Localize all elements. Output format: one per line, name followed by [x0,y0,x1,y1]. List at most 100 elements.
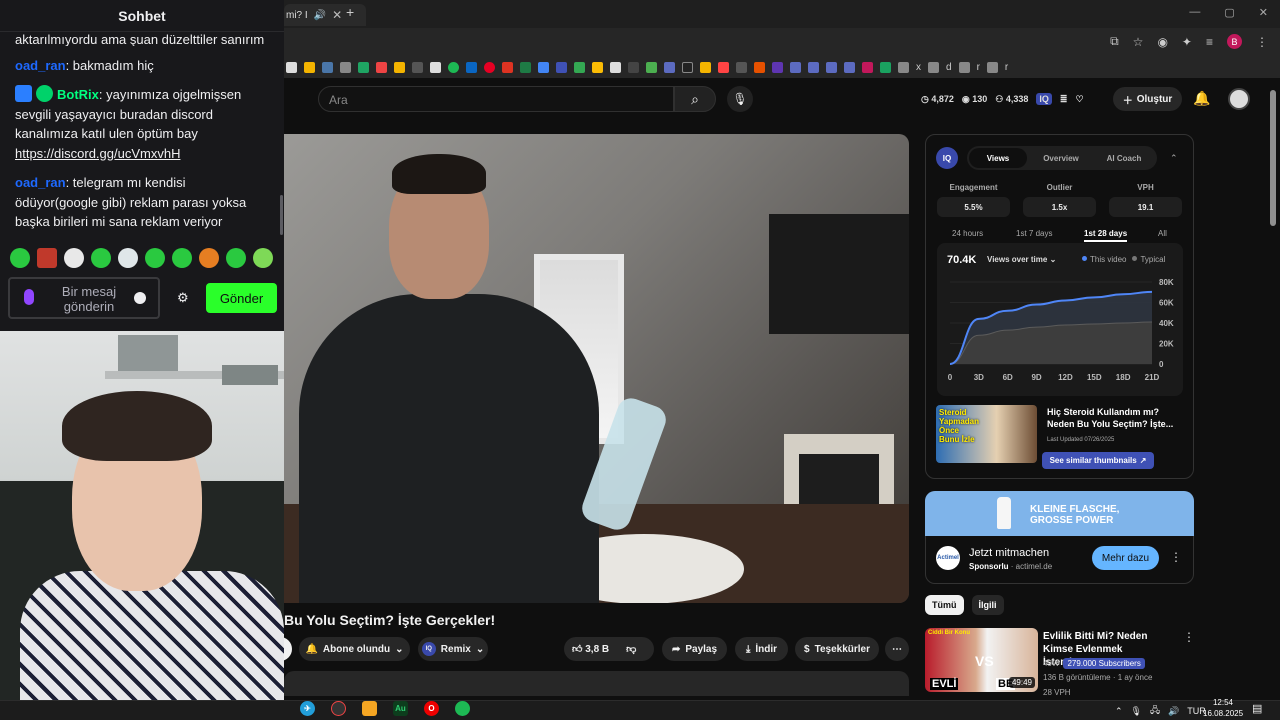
tray-volume-icon[interactable]: 🔊 [1168,706,1179,717]
close-tab-icon[interactable]: ✕ [332,8,342,22]
bookmark-icon[interactable] [394,61,405,73]
emote-icon[interactable] [226,248,246,268]
recommended-more-icon[interactable]: ⋮ [1183,630,1195,644]
new-tab-button[interactable]: + [346,4,354,20]
tab-views[interactable]: Views [969,148,1027,168]
bookmark-icon[interactable] [718,61,729,73]
emote-icon[interactable] [37,248,57,268]
chat-username[interactable]: BotRix [57,87,99,102]
list-icon[interactable]: ≣ [1060,94,1068,105]
bookmark-folder-label[interactable]: d [946,62,952,73]
bookmark-icon[interactable] [826,61,837,73]
bookmark-icon[interactable] [736,61,747,73]
bookmark-icon[interactable] [502,61,513,73]
chat-scrollbar[interactable] [280,195,283,235]
bookmark-icon[interactable] [808,61,819,73]
bookmark-icon[interactable] [646,61,657,73]
folder-icon[interactable] [898,61,909,73]
bookmark-icon[interactable] [538,61,549,73]
bookmark-icon[interactable] [412,61,423,73]
ideas-icon[interactable]: ♡ [1075,94,1083,105]
search-input[interactable]: Ara [318,86,674,112]
tray-chevron-icon[interactable]: ⌃ [1115,706,1123,717]
bookmark-folder-label[interactable]: r [977,62,980,73]
maximize-button[interactable]: ▢ [1224,6,1234,19]
tab-overview[interactable]: Overview [1031,148,1091,168]
ad-banner[interactable]: KLEINE FLASCHE, GROSSE POWER [925,491,1194,536]
collapse-chevron-icon[interactable]: ⌃ [1170,153,1178,164]
chat-link[interactable]: https://discord.gg/ucVmxvhH [15,146,180,161]
chip-related[interactable]: İlgili [971,595,1004,615]
extensions-icon[interactable]: ✦ [1182,35,1192,49]
download-button[interactable]: ⤓ İndir [735,637,788,661]
create-button[interactable]: ＋ Oluştur [1113,87,1182,111]
notifications-bell-icon[interactable]: 🔔 [1193,90,1210,107]
opera-icon[interactable]: O [424,701,439,716]
minimize-button[interactable]: — [1189,6,1200,19]
folder-icon[interactable] [958,61,970,73]
spotify-icon[interactable] [455,701,470,716]
like-button[interactable]: 👍︎ 3,8 B [572,643,609,655]
folder-icon[interactable] [928,61,939,73]
emote-icon[interactable] [91,248,111,268]
reading-list-icon[interactable]: ≡ [1206,35,1213,49]
bookmark-icon[interactable] [520,61,531,73]
bookmark-icon[interactable] [448,61,459,73]
bookmark-icon[interactable] [610,61,621,73]
ad-cta-button[interactable]: Mehr dazu [1092,546,1159,570]
emote-icon[interactable] [118,248,138,268]
profile-avatar[interactable]: B [1227,34,1242,49]
chat-input[interactable]: Bir mesaj gönderin [8,277,160,319]
bookmark-icon[interactable] [628,61,639,73]
page-scrollbar[interactable] [1270,90,1276,226]
range-24h[interactable]: 24 hours [952,229,983,238]
more-actions-button[interactable]: ⋯ [885,637,909,661]
user-avatar[interactable] [1228,88,1250,110]
bookmark-icon[interactable] [592,61,603,73]
emote-icon[interactable] [172,248,192,268]
emote-icon[interactable] [64,248,84,268]
close-window-button[interactable]: ✕ [1259,6,1268,19]
bookmark-icon[interactable] [466,61,477,73]
range-28d[interactable]: 1st 28 days [1084,229,1128,242]
bookmark-icon[interactable] [664,61,675,73]
install-icon[interactable]: ⧉ [1110,34,1119,49]
iq-extension-icon[interactable]: IQ [1036,93,1052,105]
emote-icon[interactable] [253,248,273,268]
range-7d[interactable]: 1st 7 days [1016,229,1052,238]
video-player[interactable] [284,134,909,603]
bookmark-icon[interactable] [700,61,711,73]
dislike-button[interactable]: 👎︎ [626,643,636,655]
bookmark-icon[interactable] [556,61,567,73]
bookmark-folder-label[interactable]: x [916,62,921,73]
chip-all[interactable]: Tümü [925,595,964,615]
taskbar-clock[interactable]: 12:54 16.08.2025 [1203,697,1243,719]
emote-icon[interactable] [10,248,30,268]
bookmark-icon[interactable] [844,61,855,73]
notification-center-icon[interactable]: ▤ [1252,702,1262,715]
description-box[interactable] [284,671,909,696]
bookmark-icon[interactable] [880,61,891,73]
chat-settings-gear-icon[interactable]: ⚙ [177,290,189,306]
recommended-video-thumbnail[interactable]: Ciddi Bir Konu VS EVLİ BE 49:49 [925,628,1038,692]
bookmark-icon[interactable] [376,61,387,73]
extension-iq-icon[interactable]: ◉ [1157,35,1167,49]
microphone-icon[interactable] [24,289,34,305]
ad-title[interactable]: Jetzt mitmachen [969,547,1049,559]
ad-more-icon[interactable]: ⋮ [1170,550,1182,564]
share-button[interactable]: ➦ Paylaş [662,637,727,661]
tray-mic-icon[interactable]: 🎙 [1131,706,1142,717]
bookmark-icon[interactable] [772,61,783,73]
chat-username[interactable]: oad_ran [15,175,66,190]
channel-name[interactable]: 49W [1043,659,1059,668]
bookmark-icon[interactable] [574,61,585,73]
bookmark-icon[interactable] [682,61,693,73]
remix-button[interactable]: IQ Remix ⌄ [418,637,488,661]
emote-icon[interactable] [199,248,219,268]
ad-brand-logo[interactable]: Actimel [936,546,960,570]
telegram-icon[interactable]: ✈ [300,701,315,716]
bookmark-icon[interactable] [286,61,297,73]
bookmark-icon[interactable] [322,61,333,73]
bookmark-icon[interactable] [754,61,765,73]
emoji-picker-icon[interactable] [134,292,146,304]
